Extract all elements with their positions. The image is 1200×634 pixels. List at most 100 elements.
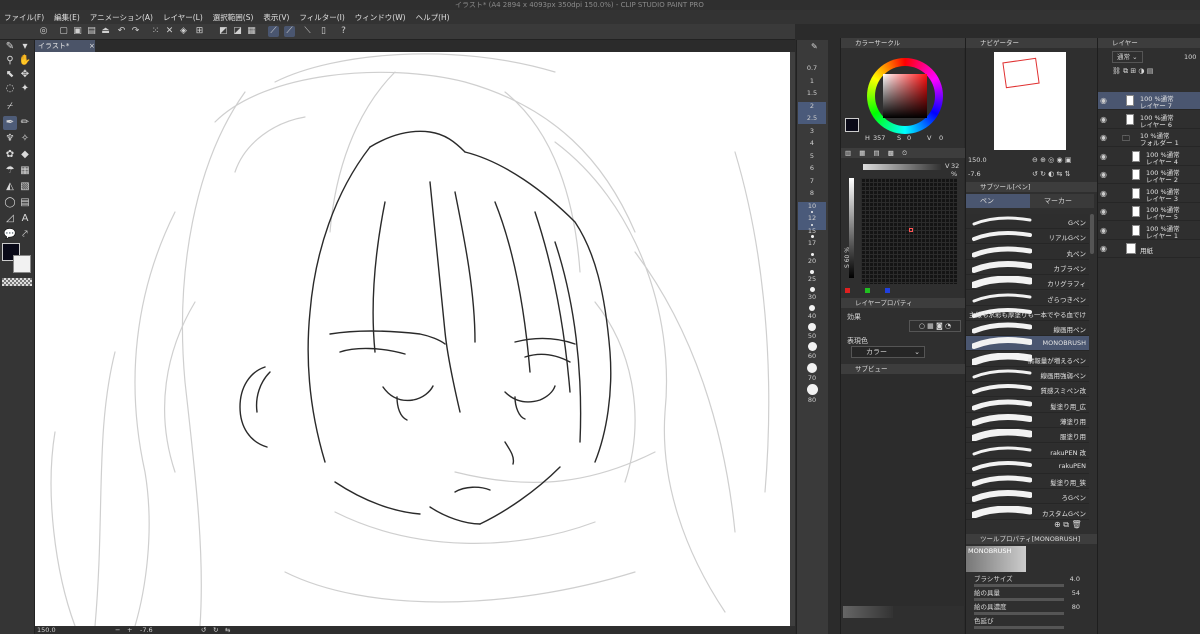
- sub-tool-tab[interactable]: サブツール[ペン]: [966, 182, 1098, 192]
- property-slider[interactable]: [974, 584, 1064, 587]
- layer-item[interactable]: ◉ 100 %通常 レイヤー 5: [1098, 203, 1200, 221]
- snap-special-ruler-icon[interactable]: ◪: [232, 26, 243, 37]
- brush-size-menu-icon[interactable]: ✎: [811, 42, 818, 51]
- sub-tool-item[interactable]: rakuPEN: [966, 458, 1089, 474]
- current-color-swatch[interactable]: [845, 118, 859, 132]
- menu-selection[interactable]: 選択範囲(S): [213, 12, 254, 23]
- color-history-tab-icon[interactable]: ⏲: [902, 149, 907, 157]
- tool-options-icon[interactable]: ▾: [18, 40, 32, 54]
- layer-item[interactable]: ◉ 100 %通常 レイヤー 2: [1098, 166, 1200, 184]
- eyedropper-icon[interactable]: ⌿: [3, 100, 17, 114]
- brush-size-option[interactable]: 15: [797, 227, 827, 235]
- rotate-left-icon[interactable]: ↺: [201, 626, 206, 634]
- eye-icon[interactable]: ◉: [1100, 189, 1107, 198]
- effect-buttons[interactable]: ○ ▦ ◙ ◔: [909, 320, 961, 332]
- property-value[interactable]: 54: [1072, 588, 1080, 598]
- pen-pressure-icon[interactable]: ⟍: [302, 26, 313, 37]
- menu-filter[interactable]: フィルター(I): [299, 12, 344, 23]
- brush-size-option[interactable]: 6: [797, 164, 827, 172]
- brush-size-option[interactable]: 60: [797, 352, 827, 360]
- menu-layer[interactable]: レイヤー(L): [163, 12, 203, 23]
- eye-icon[interactable]: ◉: [1100, 207, 1107, 216]
- decoration-icon[interactable]: ✿: [3, 148, 17, 162]
- menu-help[interactable]: ヘルプ(H): [416, 12, 450, 23]
- zoom-readout[interactable]: 150.0: [37, 626, 56, 634]
- open-file-icon[interactable]: ▣: [72, 26, 83, 37]
- sub-tool-item[interactable]: 質感スミペン改: [966, 382, 1089, 398]
- redo-icon[interactable]: ↷: [130, 26, 141, 37]
- sub-tool-item[interactable]: 髪塗り用_広: [966, 397, 1089, 413]
- eye-icon[interactable]: ◉: [1100, 96, 1107, 105]
- sub-tool-item[interactable]: ろGペン: [966, 489, 1089, 505]
- eye-icon[interactable]: ◉: [1100, 244, 1107, 253]
- sub-tool-item[interactable]: Gペン: [966, 214, 1089, 229]
- menu-view[interactable]: 表示(V): [263, 12, 289, 23]
- brush-size-option[interactable]: 40: [797, 312, 827, 320]
- tool-property-tab[interactable]: ツールプロパティ[MONOBRUSH]: [966, 534, 1098, 544]
- blend-icon[interactable]: ☂: [3, 164, 17, 178]
- navigator-rotate-buttons[interactable]: ↺ ↻ ◐ ⇆ ⇅: [1032, 168, 1070, 180]
- close-tab-icon[interactable]: ×: [89, 40, 95, 52]
- gradient-icon[interactable]: ▧: [18, 180, 32, 194]
- bucket-icon[interactable]: ◭: [3, 180, 17, 194]
- sub-view-thumbnail[interactable]: [843, 606, 893, 618]
- sub-tool-item[interactable]: rakuPEN 改: [966, 443, 1089, 459]
- color-wheel[interactable]: [867, 58, 943, 134]
- saturation-value-square[interactable]: [883, 74, 927, 118]
- approximate-color-tab-icon[interactable]: ▩: [888, 149, 894, 157]
- clear-icon[interactable]: ✕: [164, 26, 175, 37]
- eye-icon[interactable]: ◉: [1100, 152, 1107, 161]
- view-frame[interactable]: [1002, 57, 1040, 89]
- rotate-right-icon[interactable]: ↻: [213, 626, 218, 634]
- layer-item[interactable]: ◉ 🗀 10 %通常 フォルダー 1: [1098, 129, 1200, 147]
- value-value[interactable]: 0: [939, 134, 943, 142]
- stabilization-icon[interactable]: ⟋: [284, 26, 295, 37]
- expression-color-select[interactable]: カラー ⌄: [851, 346, 925, 358]
- blue-swatch[interactable]: [885, 288, 890, 293]
- property-slider[interactable]: [974, 598, 1064, 601]
- sub-tool-item[interactable]: 線画用強弱ペン: [966, 367, 1089, 382]
- sub-color-swatch[interactable]: [13, 255, 31, 273]
- sub-tool-item[interactable]: 情報量が増えるペン: [966, 351, 1089, 367]
- ruler-icon[interactable]: ◿: [3, 212, 17, 226]
- sub-tool-item[interactable]: 薄塗り用: [966, 412, 1089, 428]
- sub-tool-item[interactable]: リアルGペン: [966, 229, 1089, 245]
- brush-size-option[interactable]: 5: [797, 152, 827, 160]
- color-grid[interactable]: [861, 178, 957, 284]
- move-layer-icon[interactable]: ✥: [18, 68, 32, 82]
- shape-icon[interactable]: ◯: [3, 196, 17, 210]
- eye-icon[interactable]: ◉: [1100, 226, 1107, 235]
- layer-property-tab[interactable]: レイヤープロパティ: [841, 298, 965, 308]
- property-slider[interactable]: [974, 612, 1064, 615]
- intermediate-color-tab-icon[interactable]: ▤: [873, 149, 879, 157]
- navigator-zoom-value[interactable]: 150.0: [968, 156, 987, 164]
- brush-size-option[interactable]: 50: [797, 332, 827, 340]
- tool-property-row[interactable]: 絵の具量 54: [966, 588, 1094, 602]
- eye-icon[interactable]: ◉: [1100, 170, 1107, 179]
- brush-icon[interactable]: ♆: [3, 132, 17, 146]
- auto-select-icon[interactable]: ✦: [18, 82, 32, 96]
- layer-item[interactable]: ◉ 100 %通常 レイヤー 7: [1098, 92, 1200, 110]
- v-slider[interactable]: [863, 164, 941, 170]
- frame-icon[interactable]: ▤: [18, 196, 32, 210]
- eye-icon[interactable]: ◉: [1100, 133, 1107, 142]
- sub-tool-actions[interactable]: ⊕ ⧉ 🗑: [1054, 520, 1082, 530]
- layer-item[interactable]: ◉ 100 %通常 レイヤー 4: [1098, 148, 1200, 166]
- brush-size-option[interactable]: 80: [797, 396, 827, 404]
- hand-icon[interactable]: ✋: [18, 54, 32, 68]
- layer-item[interactable]: ◉ 100 %通常 レイヤー 3: [1098, 185, 1200, 203]
- lasso-icon[interactable]: ◌: [3, 82, 17, 96]
- brush-size-option[interactable]: 0.7: [797, 64, 827, 72]
- transparent-color-swatch[interactable]: [2, 278, 32, 286]
- correct-line-icon[interactable]: ⤤: [18, 228, 32, 242]
- zoom-in-icon[interactable]: +: [127, 626, 132, 634]
- balloon-icon[interactable]: 💬: [3, 228, 17, 242]
- hue-value[interactable]: 357: [873, 134, 885, 142]
- pen-icon[interactable]: ✒: [3, 116, 17, 130]
- smoothing-icon[interactable]: ⟋: [268, 26, 279, 37]
- transform-icon[interactable]: ⊞: [194, 26, 205, 37]
- drawing-canvas[interactable]: [35, 52, 790, 626]
- sub-tool-item[interactable]: 線画用ペン: [966, 321, 1089, 337]
- sub-tool-scrollbar[interactable]: [1090, 214, 1094, 254]
- brush-size-option[interactable]: 17: [797, 239, 827, 247]
